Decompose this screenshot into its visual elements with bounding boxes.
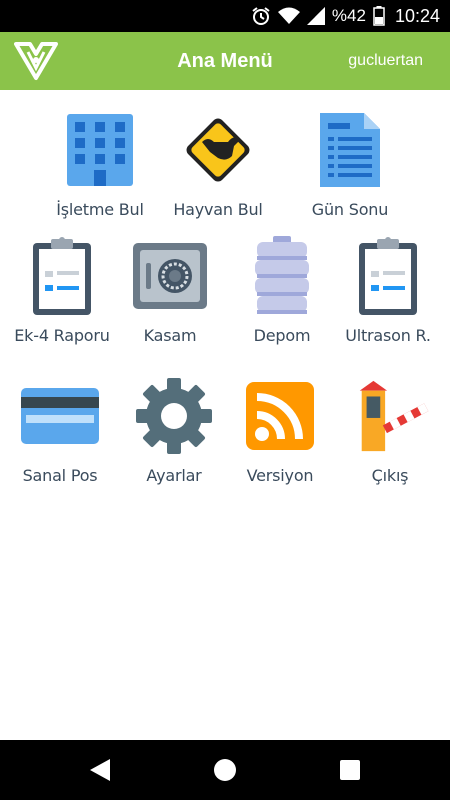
wifi-icon	[277, 7, 300, 25]
menu-item-label: Depom	[253, 326, 311, 345]
menu-item-label: Çıkış	[371, 466, 409, 485]
menu-item-depom[interactable]: Depom	[224, 236, 340, 345]
building-icon	[60, 110, 140, 190]
clock: 10:24	[394, 5, 440, 26]
app-bar: Ana Menü gucluertan	[0, 32, 450, 90]
navigation-bar	[0, 740, 450, 800]
menu-item-label: Ultrason R.	[345, 326, 431, 345]
status-bar: %42 10:24	[0, 0, 450, 32]
username-label: gucluertan	[348, 52, 423, 69]
menu-item-label: Sanal Pos	[22, 466, 98, 485]
menu-item-versiyon[interactable]: Versiyon	[222, 376, 338, 485]
menu-item-hayvan-bul[interactable]: Hayvan Bul	[160, 110, 276, 219]
signal-icon	[306, 7, 325, 25]
menu-item-ek4-raporu[interactable]: Ek-4 Raporu	[4, 236, 120, 345]
gear-icon	[134, 376, 214, 456]
back-icon[interactable]	[82, 752, 118, 788]
menu-item-ayarlar[interactable]: Ayarlar	[116, 376, 232, 485]
credit-card-icon	[20, 376, 100, 456]
menu-item-ultrason-r[interactable]: Ultrason R.	[330, 236, 446, 345]
menu-item-label: İşletme Bul	[56, 200, 144, 219]
barrier-gate-icon	[350, 376, 430, 456]
alarm-icon	[251, 6, 271, 26]
storage-tank-icon	[242, 236, 322, 316]
menu-item-label: Gün Sonu	[311, 200, 389, 219]
rss-icon	[240, 376, 320, 456]
menu-item-kasam[interactable]: Kasam	[112, 236, 228, 345]
menu-item-label: Hayvan Bul	[173, 200, 263, 219]
clipboard-icon	[348, 236, 428, 316]
home-icon[interactable]	[207, 752, 243, 788]
recents-icon[interactable]	[332, 752, 368, 788]
screen: %42 10:24 Ana Menü gucluertan İşletme Bu…	[0, 0, 450, 800]
menu-item-isletme-bul[interactable]: İşletme Bul	[42, 110, 158, 219]
safe-icon	[130, 236, 210, 316]
document-icon	[310, 110, 390, 190]
clipboard-icon	[22, 236, 102, 316]
menu-item-sanal-pos[interactable]: Sanal Pos	[2, 376, 118, 485]
menu-item-label: Kasam	[143, 326, 197, 345]
menu-item-cikis[interactable]: Çıkış	[332, 376, 448, 485]
menu-item-label: Ek-4 Raporu	[14, 326, 110, 345]
menu-item-gun-sonu[interactable]: Gün Sonu	[292, 110, 408, 219]
menu-item-label: Versiyon	[246, 466, 314, 485]
cattle-warning-sign-icon	[178, 110, 258, 190]
battery-percent: %42	[331, 6, 366, 25]
menu-item-label: Ayarlar	[146, 466, 202, 485]
battery-icon	[373, 6, 385, 26]
